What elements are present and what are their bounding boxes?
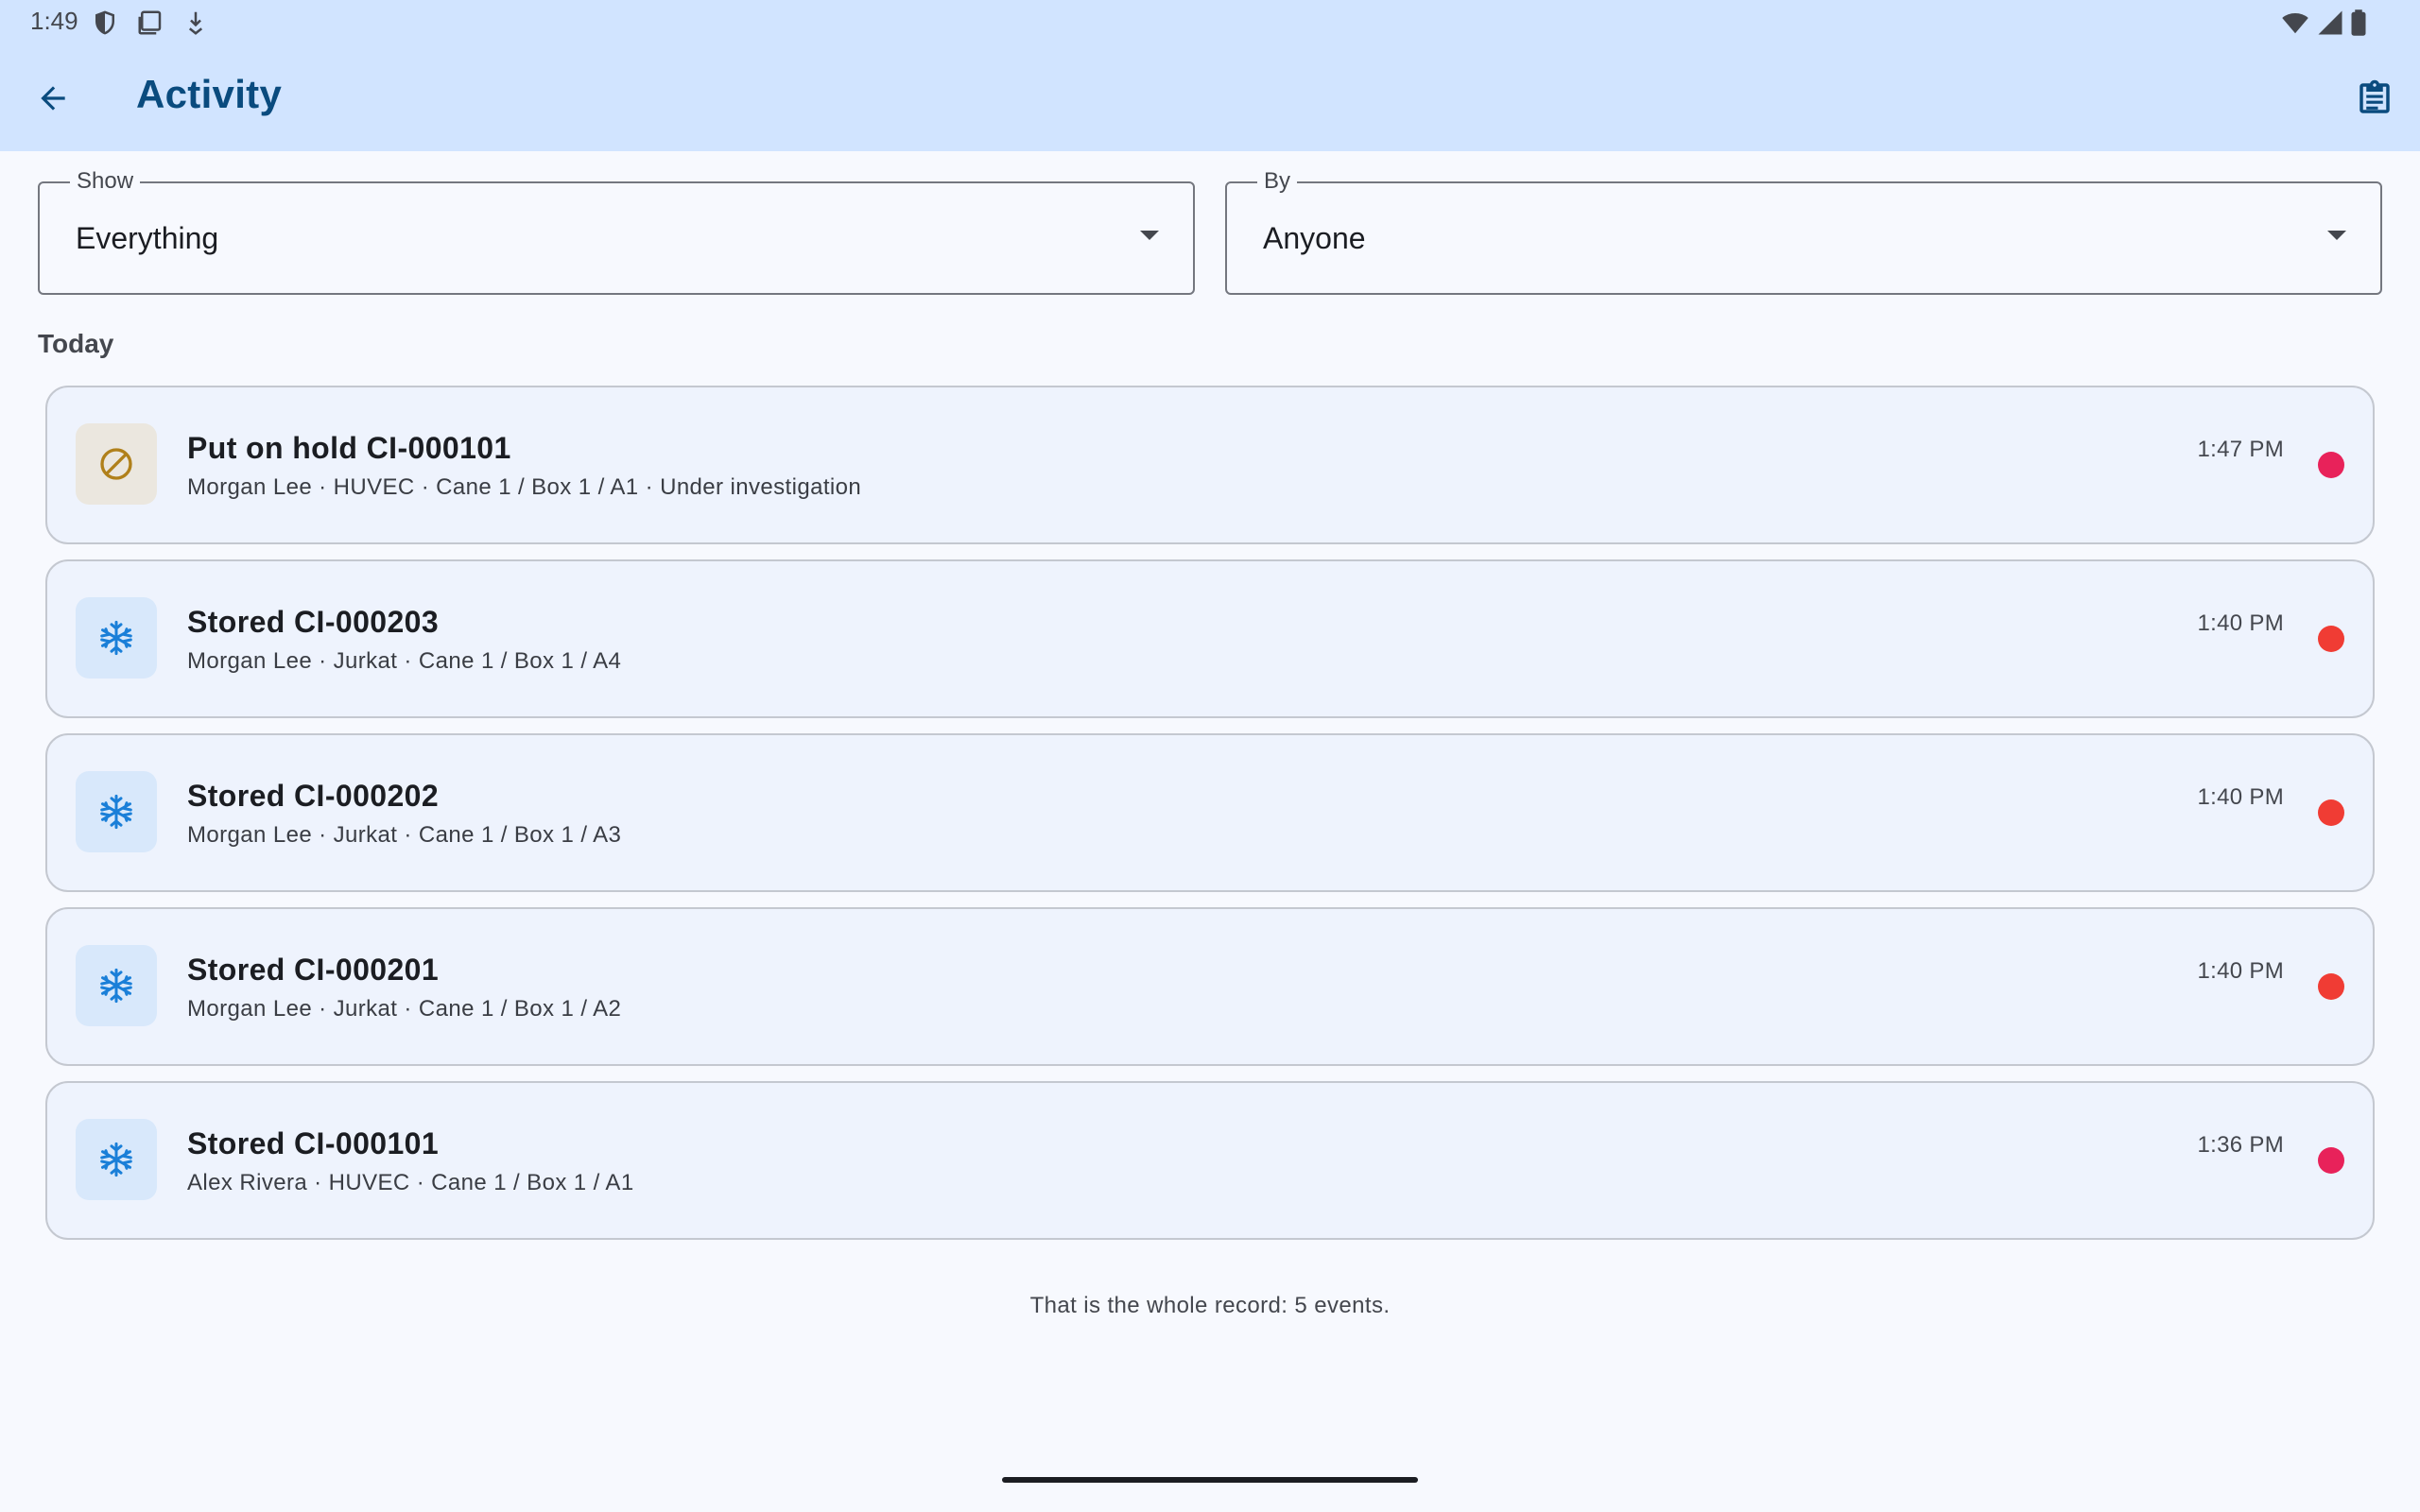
status-dot xyxy=(2318,799,2344,826)
status-dot xyxy=(2318,452,2344,478)
show-filter-dropdown[interactable]: Show Everything xyxy=(38,168,1195,295)
home-indicator[interactable] xyxy=(1002,1477,1418,1483)
event-subtitle: Alex Rivera · HUVEC · Cane 1 / Box 1 / A… xyxy=(187,1170,634,1195)
dropdown-arrow-icon xyxy=(2327,231,2346,240)
section-header-today: Today xyxy=(38,329,114,358)
dropdown-arrow-icon xyxy=(1140,231,1159,240)
show-filter-value: Everything xyxy=(76,221,219,255)
event-subtitle: Morgan Lee · Jurkat · Cane 1 / Box 1 / A… xyxy=(187,822,622,848)
status-dot xyxy=(2318,973,2344,1000)
event-title: Stored CI-000201 xyxy=(187,953,440,987)
battery-icon xyxy=(2348,9,2377,37)
event-card[interactable]: Stored CI-000101 Alex Rivera · HUVEC · C… xyxy=(45,1081,2375,1240)
signal-icon xyxy=(2316,9,2344,37)
snowflake-icon xyxy=(76,945,157,1026)
wifi-icon xyxy=(2280,9,2308,37)
event-card[interactable]: Stored CI-000201 Morgan Lee · Jurkat · C… xyxy=(45,907,2375,1066)
snowflake-icon xyxy=(76,1119,157,1200)
snowflake-icon xyxy=(76,771,157,852)
event-title: Stored CI-000202 xyxy=(187,779,440,813)
event-title: Put on hold CI-000101 xyxy=(187,431,511,465)
download-icon xyxy=(182,9,210,37)
event-time: 1:47 PM xyxy=(2197,437,2284,462)
status-time: 1:49 xyxy=(30,7,78,35)
show-filter-label: Show xyxy=(70,168,141,195)
status-bar: 1:49 xyxy=(0,0,2420,45)
snowflake-icon xyxy=(76,597,157,679)
status-dot xyxy=(2318,626,2344,652)
event-time: 1:36 PM xyxy=(2197,1132,2284,1158)
end-of-record-note: That is the whole record: 5 events. xyxy=(1029,1293,1391,1318)
by-filter-dropdown[interactable]: By Anyone xyxy=(1225,168,2382,295)
by-filter-label: By xyxy=(1257,168,1298,195)
arrow-back-icon xyxy=(41,86,65,111)
status-dot xyxy=(2318,1147,2344,1174)
app-bar: 1:49 Activity xyxy=(0,0,2420,151)
event-card[interactable]: Stored CI-000202 Morgan Lee · Jurkat · C… xyxy=(45,733,2375,892)
block-icon xyxy=(76,423,157,505)
screenshot-icon xyxy=(136,9,164,37)
event-subtitle: Morgan Lee · HUVEC · Cane 1 / Box 1 / A1… xyxy=(187,474,862,500)
event-title: Stored CI-000101 xyxy=(187,1126,440,1160)
page-title: Activity xyxy=(136,72,283,116)
event-time: 1:40 PM xyxy=(2197,610,2284,636)
event-card[interactable]: Stored CI-000203 Morgan Lee · Jurkat · C… xyxy=(45,559,2375,718)
clipboard-icon xyxy=(2360,79,2390,113)
by-filter-value: Anyone xyxy=(1263,221,1366,255)
shield-icon xyxy=(91,9,119,37)
event-subtitle: Morgan Lee · Jurkat · Cane 1 / Box 1 / A… xyxy=(187,648,622,674)
event-subtitle: Morgan Lee · Jurkat · Cane 1 / Box 1 / A… xyxy=(187,996,622,1022)
back-button[interactable] xyxy=(28,74,78,123)
clipboard-button[interactable] xyxy=(2350,74,2399,123)
event-title: Stored CI-000203 xyxy=(187,605,440,639)
event-card[interactable]: Put on hold CI-000101 Morgan Lee · HUVEC… xyxy=(45,386,2375,544)
event-time: 1:40 PM xyxy=(2197,958,2284,984)
event-time: 1:40 PM xyxy=(2197,784,2284,810)
